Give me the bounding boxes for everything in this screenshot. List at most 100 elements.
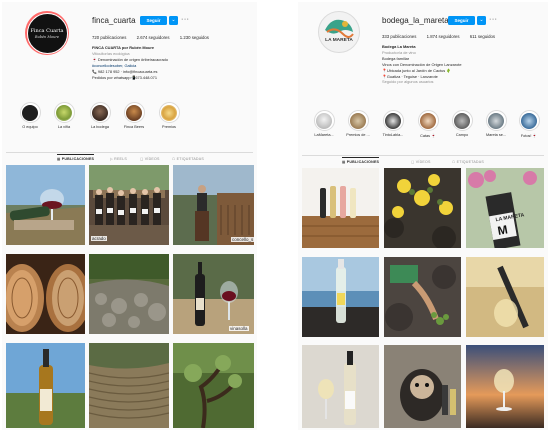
left-more-options[interactable]: ··· [181, 15, 190, 24]
right-bio-line3: 📍Ubicada junto al Jardín de Cactus 🌵 [382, 67, 452, 73]
bottle-flowers-photo: LA MARETA M [466, 168, 544, 248]
right-suggest-button[interactable]: ⌄ [477, 16, 486, 25]
left-highlight-beers[interactable]: Finca Beers [120, 102, 148, 129]
left-post-6[interactable]: vinasolla [173, 254, 254, 334]
right-followers-count[interactable]: 1.874 seguidores [427, 34, 460, 39]
highlight-label: Mareta se... [485, 133, 507, 137]
left-highlight-bodega[interactable]: La bodega [86, 102, 114, 129]
right-profile-panel: LA MARETA bodega_la_mareta Seguir ⌄ ··· … [298, 2, 548, 430]
highlight-label: Finca Beers [123, 125, 145, 129]
right-tab-videos[interactable]: ▢ VÍDEOS [411, 160, 431, 164]
left-post-6-tag: vinasolla [229, 326, 249, 331]
screenshot-stage: Finca Cuarta Rubén Moure finca_cuarta Se… [0, 0, 550, 432]
left-suggest-button[interactable]: ⌄ [169, 16, 178, 25]
team-awards-group-photo [89, 165, 169, 245]
right-avatar-logo-text: LA MARETA [325, 38, 353, 43]
highlight-label: La viña [57, 125, 71, 129]
right-tab-tagged[interactable]: ☖ ETIQUETADAS [452, 160, 484, 164]
left-tab-reels[interactable]: ▷ REELS [110, 157, 127, 161]
bottle-seashore-photo [302, 257, 379, 337]
left-avatar-logo-text: Finca Cuarta [30, 27, 64, 34]
left-post-3[interactable]: concello_s [173, 165, 254, 245]
wine-glass-landscape-photo [6, 165, 85, 245]
highlight-label: TintoLabla... [382, 133, 404, 137]
right-highlight-1[interactable]: LaMareta... [310, 110, 338, 137]
right-highlight-3[interactable]: TintoLabla... [379, 110, 407, 137]
white-wine-pour-photo [466, 257, 544, 337]
left-post-5[interactable] [89, 254, 169, 334]
yellow-flowers-volcanic-photo [384, 168, 461, 248]
right-bio: Bodega La Mareta Productor/a de vino Bod… [382, 44, 462, 85]
left-tab-tagged[interactable]: ☖ ETIQUETADAS [172, 157, 204, 161]
left-highlight-equipo[interactable]: O equipo [16, 102, 44, 129]
right-tabs-divider [302, 155, 544, 156]
right-post-9[interactable] [466, 345, 544, 428]
right-post-4[interactable] [302, 257, 379, 337]
right-highlight-5[interactable]: Campo [448, 110, 476, 137]
left-post-2[interactable]: acrado [89, 165, 169, 245]
old-vine-photo [173, 343, 254, 428]
highlight-label: O equipo [22, 125, 38, 129]
right-post-7[interactable] [302, 345, 379, 428]
highlight-label: Campo [455, 133, 469, 137]
right-post-3[interactable]: LA MARETA M [466, 168, 544, 248]
left-followers-count[interactable]: 2.674 seguidores [137, 35, 170, 40]
left-stats: 720 publicaciones 2.674 seguidores 1.230… [92, 35, 218, 40]
bottle-vineyard-sky-photo [6, 343, 85, 428]
highlight-label: Fotos! 🍷 [520, 134, 538, 138]
right-post-2[interactable] [384, 168, 461, 248]
left-bio-line4: Pedidos por whatsapp📲673.448.071 [92, 74, 157, 80]
barrels-photo [6, 254, 85, 334]
right-post-6[interactable] [466, 257, 544, 337]
left-bio-line1: 🍷 Denominación de origen #ribeiracacrado [92, 56, 168, 62]
right-following-count[interactable]: 611 seguidos [470, 34, 495, 39]
left-posts-count[interactable]: 720 publicaciones [92, 35, 126, 40]
right-post-1[interactable] [302, 168, 379, 248]
harvest-hands-photo [384, 257, 461, 337]
right-stats: 333 publicaciones 1.874 seguidores 611 s… [382, 34, 504, 39]
left-avatar-signature: Rubén Moure [34, 34, 60, 39]
highlight-label: Catas 🍷 [420, 134, 436, 138]
left-post-8[interactable] [89, 343, 169, 428]
right-post-8[interactable] [384, 345, 461, 428]
left-post-9[interactable] [173, 343, 254, 428]
wine-glass-sunset-photo [466, 345, 544, 428]
left-avatar[interactable]: Finca Cuarta Rubén Moure [25, 11, 69, 55]
chevron-down-icon: ⌄ [171, 17, 176, 23]
stone-terraces-photo [89, 254, 169, 334]
right-highlight-7[interactable]: Fotos! 🍷 [515, 110, 543, 138]
right-highlight-2[interactable]: Premios de ... [344, 110, 372, 137]
left-post-7[interactable] [6, 343, 85, 428]
right-post-5[interactable] [384, 257, 461, 337]
left-username: finca_cuarta [92, 16, 136, 25]
bottle-and-glass-photo [302, 345, 379, 428]
left-bio-line3: 📞 982 178 952 · info@fincacuarta.es [92, 68, 158, 74]
aerial-vineyard-photo [89, 343, 169, 428]
right-follow-button[interactable]: Seguir [448, 16, 475, 25]
bottles-on-barrel-photo [302, 168, 379, 248]
right-avatar[interactable]: LA MARETA [318, 11, 360, 53]
right-more-options[interactable]: ··· [489, 15, 498, 24]
left-profile-panel: Finca Cuarta Rubén Moure finca_cuarta Se… [2, 2, 257, 430]
right-username: bodega_la_mareta [382, 16, 449, 25]
left-tab-videos[interactable]: ▢ VÍDEOS [140, 157, 160, 161]
right-highlight-4[interactable]: Catas 🍷 [414, 110, 442, 138]
left-post-1[interactable] [6, 165, 85, 245]
left-post-2-tag: acrado [91, 236, 107, 241]
left-highlight-premios[interactable]: Premios [155, 102, 183, 129]
right-highlight-6[interactable]: Mareta se... [482, 110, 510, 137]
highlight-label: LaMareta... [314, 133, 334, 137]
highlight-label: La bodega [91, 125, 109, 129]
right-bio-followed-by[interactable]: Seguido por algunos usuarios [382, 79, 462, 85]
left-tab-posts[interactable]: ▦ PUBLICACIONES [57, 154, 95, 161]
left-tabs-divider [6, 152, 253, 153]
left-following-count[interactable]: 1.230 seguidos [180, 35, 209, 40]
right-tab-posts[interactable]: ▦ PUBLICACIONES [342, 157, 380, 164]
left-bio: FINCA CUARTA por Rubén Moure Viticultor/… [92, 45, 168, 80]
left-follow-button[interactable]: Seguir [140, 16, 167, 25]
highlight-label: Premios [162, 125, 176, 129]
chevron-down-icon: ⌄ [479, 17, 484, 23]
left-highlight-vina[interactable]: La viña [50, 102, 78, 129]
left-post-4[interactable] [6, 254, 85, 334]
right-posts-count[interactable]: 333 publicaciones [382, 34, 416, 39]
